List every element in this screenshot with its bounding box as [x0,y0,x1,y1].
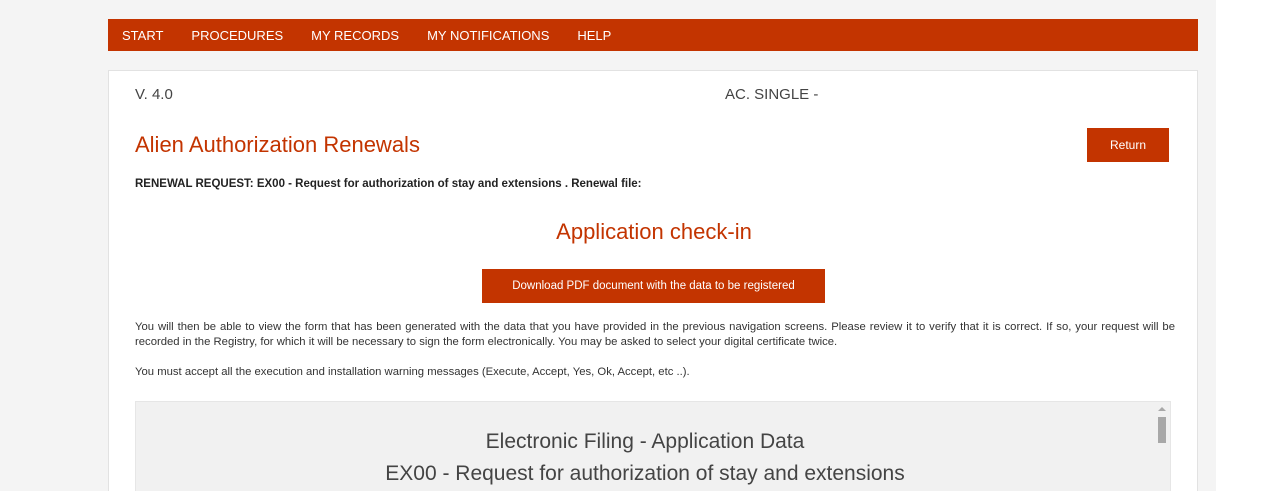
renewal-request-line: RENEWAL REQUEST: EX00 - Request for auth… [135,178,642,190]
page-title: Alien Authorization Renewals [135,132,420,157]
application-checkin-heading: Application check-in [556,219,752,244]
document-subtitle: EX00 - Request for authorization of stay… [385,462,905,485]
renewal-request-text: RENEWAL REQUEST: EX00 - Request for auth… [135,178,642,190]
download-pdf-button[interactable]: Download PDF document with the data to b… [482,269,825,303]
nav-item-start[interactable]: START [122,28,163,43]
frame-scrollbar[interactable] [1154,402,1170,491]
return-button[interactable]: Return [1087,128,1169,162]
warning-paragraph: You must accept all the execution and in… [135,366,690,378]
right-gutter [1216,0,1288,491]
document-title: Electronic Filing - Application Data [485,430,805,453]
main-panel: V. 4.0 AC. SINGLE - Alien Authorization … [108,70,1198,491]
instructions-paragraph: You will then be able to view the form t… [135,321,1175,348]
document-preview-frame[interactable]: Electronic Filing - Application Data EX0… [135,401,1171,491]
version-label: V. 4.0 [135,86,173,103]
scroll-up-arrow-icon[interactable] [1158,407,1166,411]
ac-single-label: AC. SINGLE - [725,86,819,103]
scrollbar-thumb[interactable] [1158,417,1166,443]
nav-item-my-notifications[interactable]: MY NOTIFICATIONS [427,28,549,43]
top-navbar: START PROCEDURES MY RECORDS MY NOTIFICAT… [108,19,1198,51]
nav-item-procedures[interactable]: PROCEDURES [191,28,283,43]
nav-item-my-records[interactable]: MY RECORDS [311,28,399,43]
nav-item-help[interactable]: HELP [577,28,611,43]
